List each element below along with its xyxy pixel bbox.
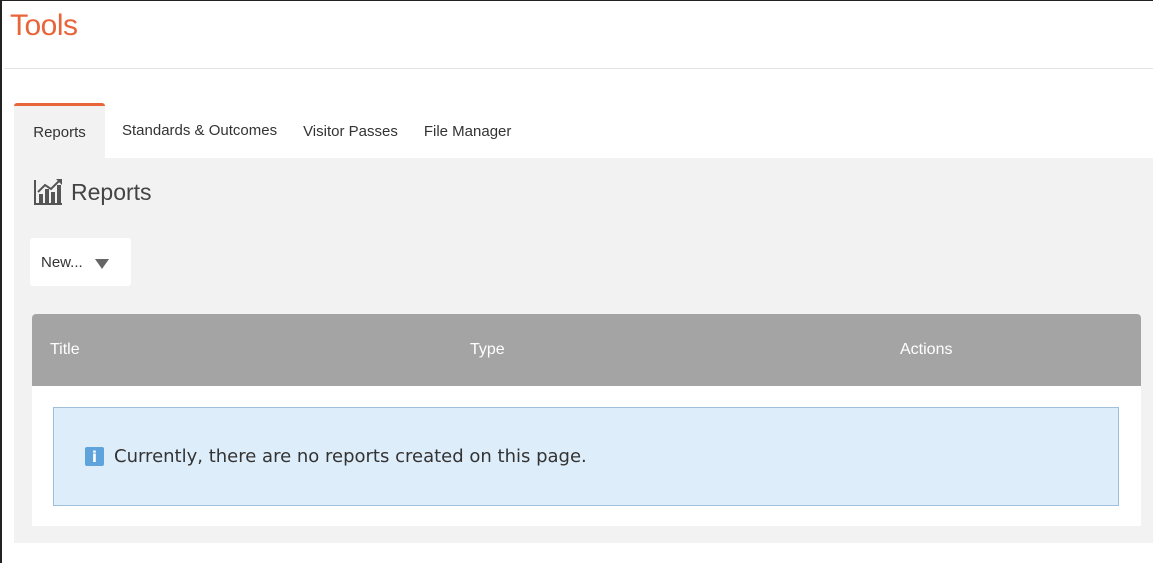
table-header: Title Type Actions <box>32 314 1141 386</box>
empty-state-alert: i Currently, there are no reports create… <box>53 407 1119 506</box>
section-title: Reports <box>71 178 152 205</box>
reports-table: Title Type Actions i Currently, there ar… <box>32 314 1141 526</box>
empty-state-message: Currently, there are no reports created … <box>114 446 587 467</box>
bar-chart-icon <box>34 179 62 205</box>
new-report-dropdown[interactable]: New... <box>30 238 131 286</box>
column-header-actions: Actions <box>900 341 953 358</box>
section-header: Reports <box>33 178 152 206</box>
column-header-title[interactable]: Title <box>50 314 80 386</box>
new-dropdown-label: New... <box>41 253 83 271</box>
tools-page: Tools Reports Standards & Outcomes Visit… <box>0 0 1153 563</box>
tab-standards-outcomes[interactable]: Standards & Outcomes <box>105 103 290 158</box>
column-header-type[interactable]: Type <box>470 314 505 386</box>
caret-down-icon <box>94 258 109 269</box>
title-divider <box>4 68 1153 69</box>
tab-reports[interactable]: Reports <box>14 103 105 158</box>
tab-file-manager[interactable]: File Manager <box>411 103 525 158</box>
tab-visitor-passes[interactable]: Visitor Passes <box>290 103 411 158</box>
page-title: Tools <box>10 9 78 42</box>
reports-panel: Reports New... Title Type Actions i Curr… <box>14 158 1153 543</box>
info-icon: i <box>85 447 104 466</box>
tab-bar: Reports Standards & Outcomes Visitor Pas… <box>14 103 524 158</box>
